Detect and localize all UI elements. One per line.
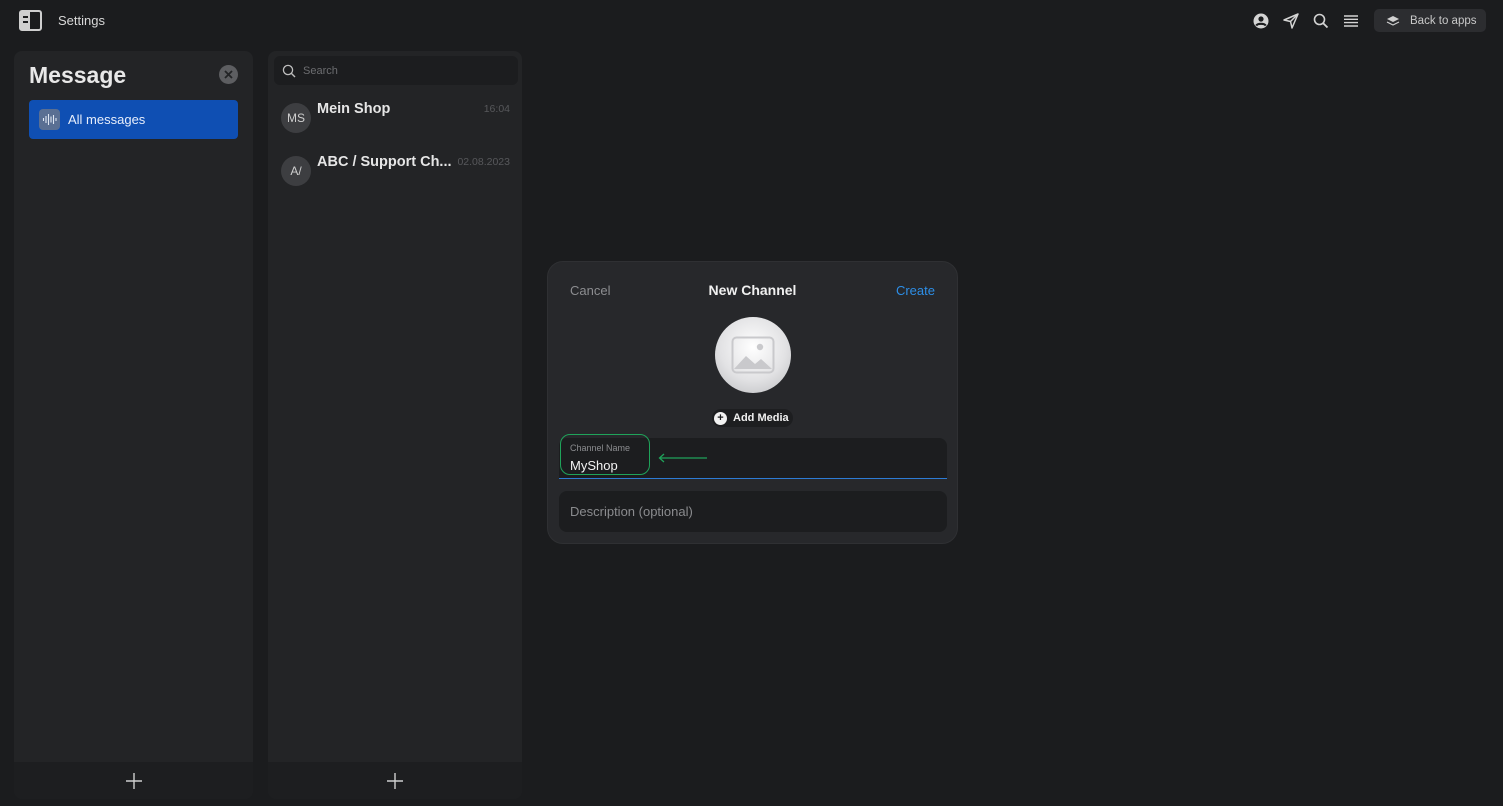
send-icon[interactable] bbox=[1282, 12, 1300, 30]
chat-time: 02.08.2023 bbox=[457, 156, 510, 168]
media-placeholder[interactable] bbox=[715, 317, 791, 393]
chat-list-item[interactable]: MS Mein Shop 16:04 bbox=[281, 101, 513, 141]
annotation-highlight bbox=[560, 434, 650, 475]
chat-time: 16:04 bbox=[483, 103, 510, 115]
avatar: MS bbox=[281, 103, 311, 133]
back-to-apps-label: Back to apps bbox=[1410, 14, 1477, 27]
chat-name: Mein Shop bbox=[317, 101, 391, 117]
sidebar-item-all-messages[interactable]: All messages bbox=[29, 100, 238, 139]
back-to-apps-button[interactable]: Back to apps bbox=[1374, 9, 1486, 32]
app-title: Settings bbox=[58, 13, 105, 28]
add-media-label: Add Media bbox=[733, 412, 789, 424]
add-media-button[interactable]: + Add Media bbox=[712, 409, 793, 427]
close-icon[interactable] bbox=[219, 65, 238, 84]
message-sidebar: Message All messages bbox=[14, 51, 253, 799]
plus-icon bbox=[125, 772, 142, 789]
audio-wave-icon bbox=[39, 109, 60, 130]
avatar: A/ bbox=[281, 156, 311, 186]
search-icon[interactable] bbox=[1312, 12, 1330, 30]
chat-list-item[interactable]: A/ ABC / Support Ch... 02.08.2023 bbox=[281, 154, 513, 194]
search-icon bbox=[282, 64, 296, 77]
image-icon bbox=[731, 336, 775, 374]
layers-icon bbox=[1386, 15, 1400, 26]
description-field[interactable]: Description (optional) bbox=[559, 491, 947, 532]
sidebar-heading: Message bbox=[29, 62, 127, 88]
menu-lines-icon[interactable] bbox=[1342, 12, 1360, 30]
sidebar-item-label: All messages bbox=[68, 112, 146, 127]
new-channel-dialog: Cancel New Channel Create + Add Media Ch… bbox=[547, 261, 958, 544]
top-bar: Settings Back to apps bbox=[0, 0, 1503, 42]
create-button[interactable]: Create bbox=[896, 283, 935, 298]
add-folder-button[interactable] bbox=[14, 762, 253, 799]
chat-list-panel: MS Mein Shop 16:04 A/ ABC / Support Ch..… bbox=[268, 51, 522, 799]
user-circle-icon[interactable] bbox=[1252, 12, 1270, 30]
annotation-arrow-icon bbox=[658, 453, 707, 463]
new-chat-button[interactable] bbox=[268, 762, 522, 799]
description-placeholder: Description (optional) bbox=[570, 504, 693, 519]
search-input[interactable] bbox=[303, 64, 503, 77]
plus-icon bbox=[387, 772, 403, 789]
search-box bbox=[274, 56, 518, 85]
sidebar-toggle-icon[interactable] bbox=[19, 10, 42, 31]
plus-circle-icon: + bbox=[714, 411, 727, 425]
chat-name: ABC / Support Ch... bbox=[317, 154, 452, 170]
